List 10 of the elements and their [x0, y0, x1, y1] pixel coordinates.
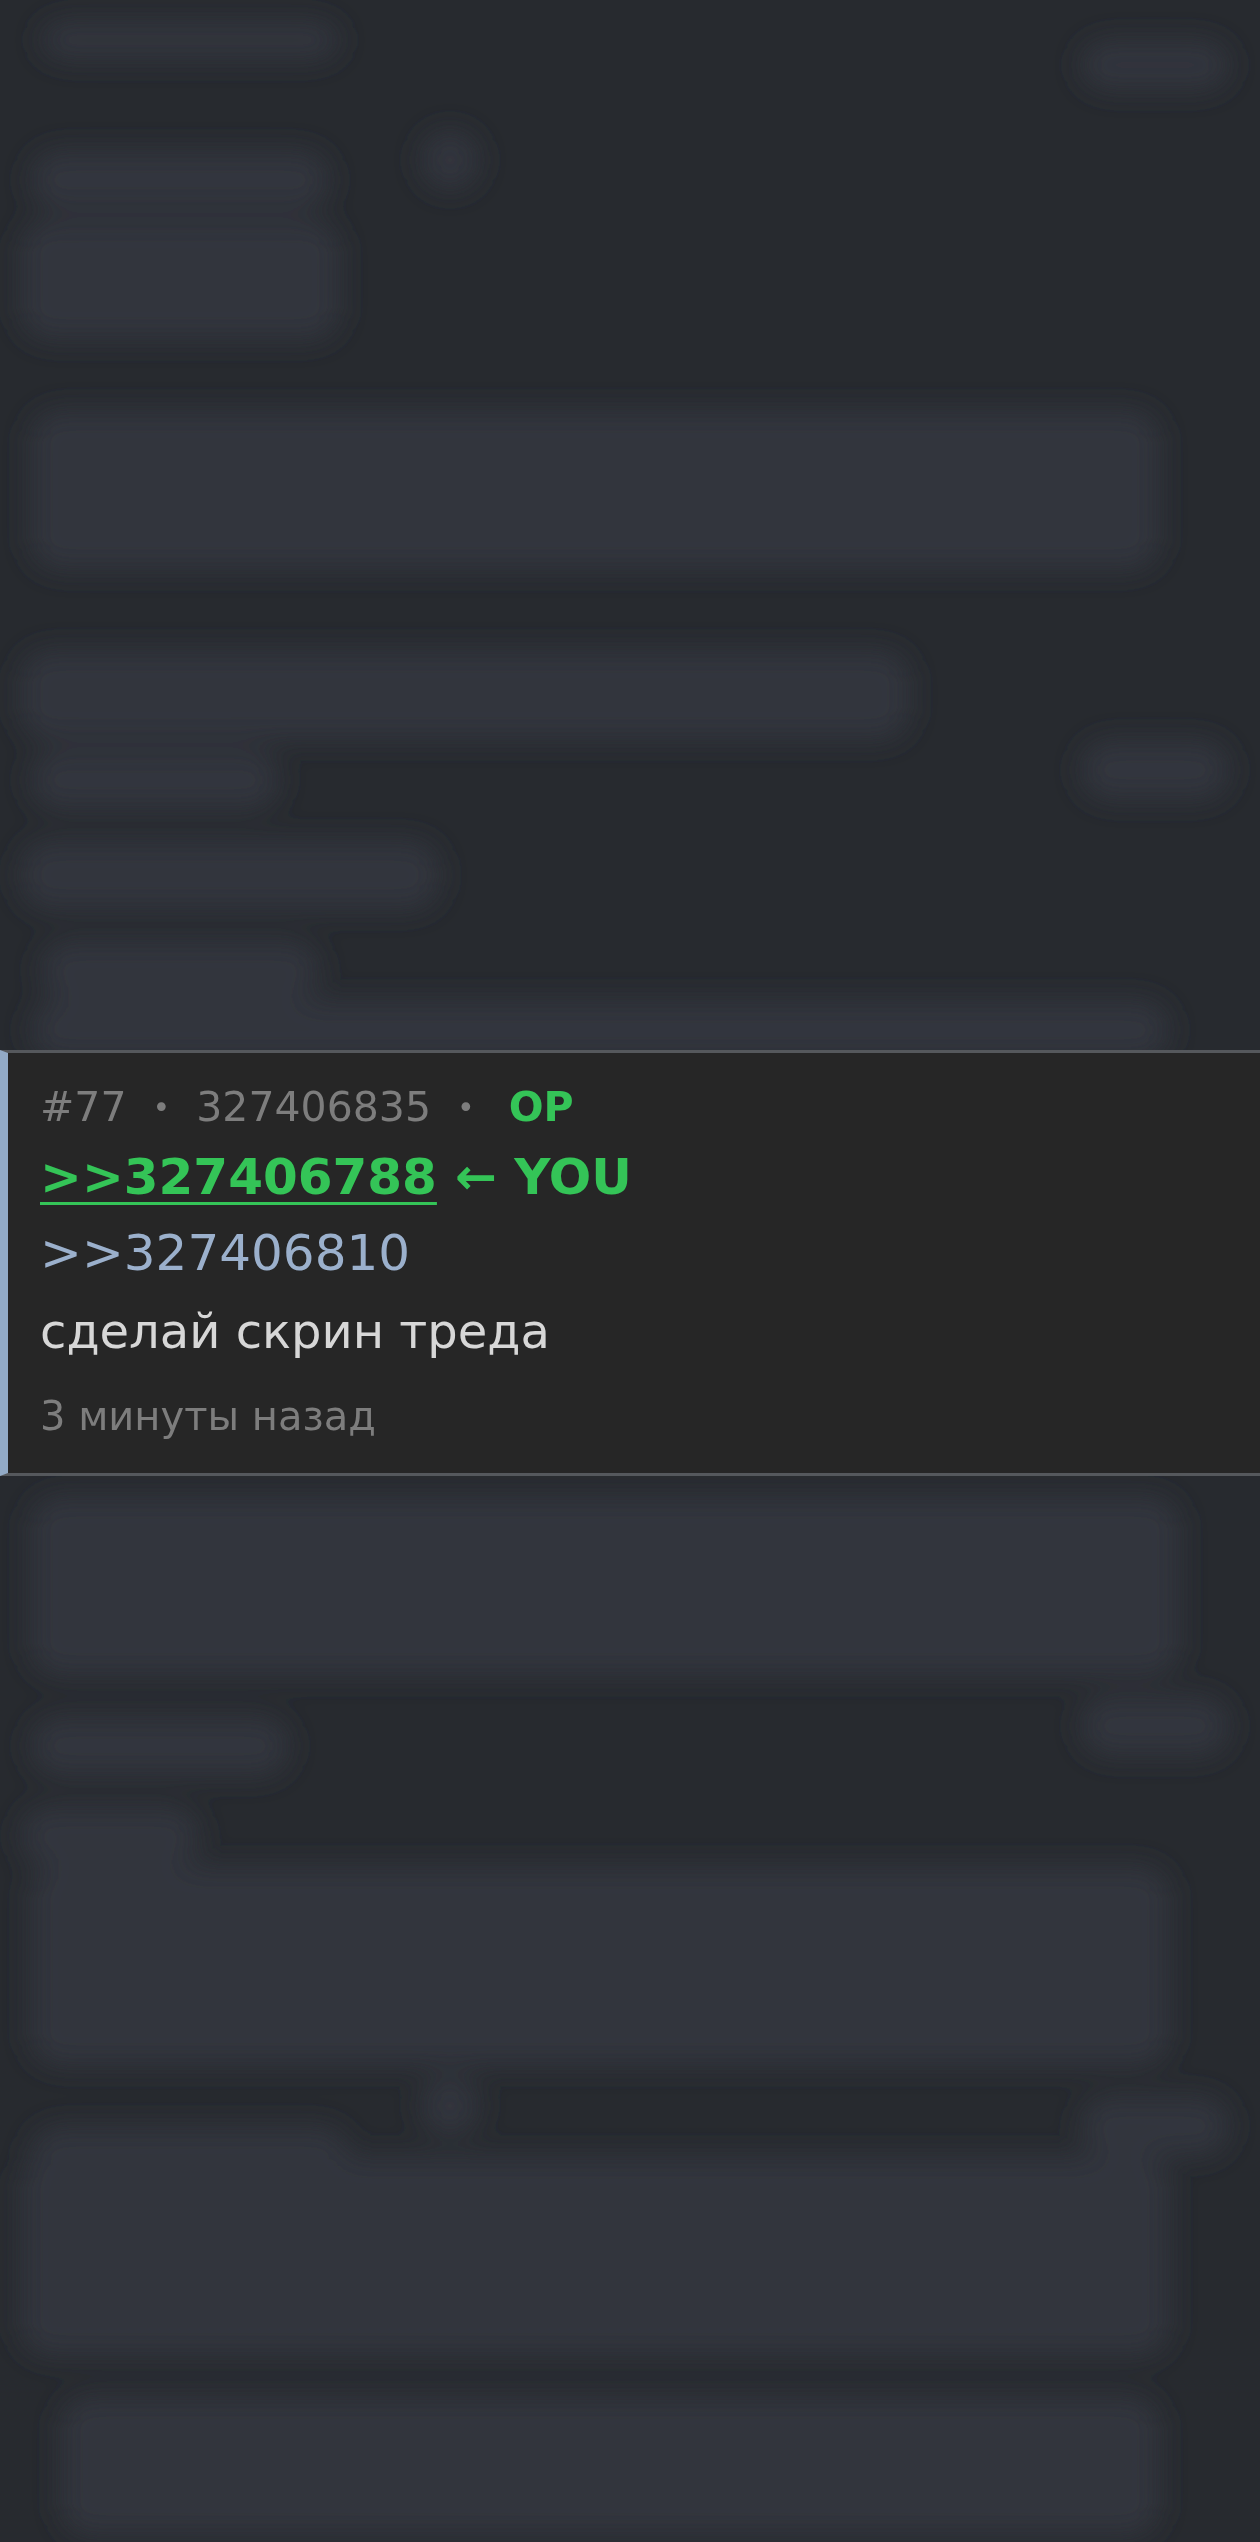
post-time: 3 минуты назад — [40, 1393, 377, 1439]
you-marker: ← YOU — [454, 1148, 632, 1206]
post-id: 327406835 — [196, 1083, 431, 1131]
post-number: #77 — [40, 1083, 127, 1131]
post-text: сделай скрин треда — [40, 1302, 551, 1361]
separator-dot: • — [457, 1089, 475, 1125]
reply-link[interactable]: >>327406810 — [40, 1224, 411, 1282]
op-label: OP — [508, 1083, 574, 1131]
separator-dot: • — [152, 1089, 171, 1125]
reply-link[interactable]: >>327406788 — [40, 1148, 437, 1206]
